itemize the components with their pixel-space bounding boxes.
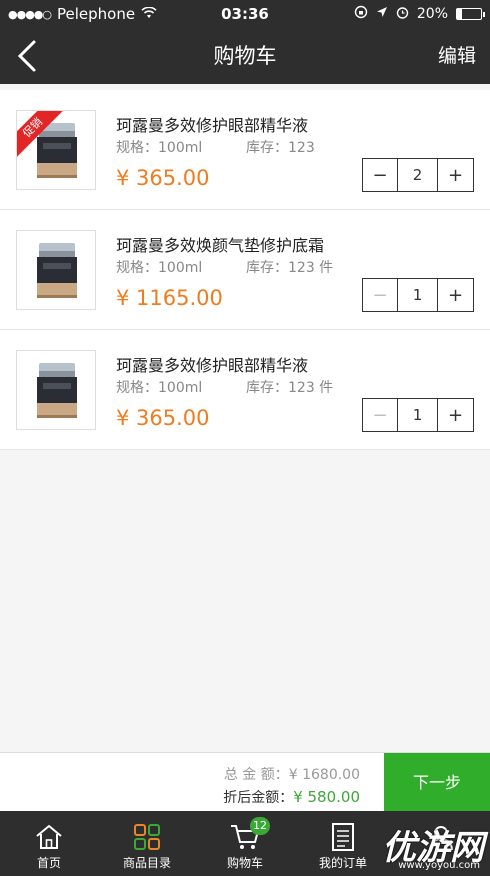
location-icon: [376, 6, 388, 22]
quantity-stepper: − 2 +: [362, 158, 474, 192]
tab-label: 我的订单: [318, 856, 367, 870]
increase-quantity-button[interactable]: +: [438, 159, 473, 191]
status-time: 03:36: [221, 5, 269, 23]
product-jar-image: [37, 363, 77, 418]
grid-icon: [131, 821, 163, 853]
total-label: 总 金 额：: [223, 767, 289, 783]
total-amount: ¥ 1680.00: [288, 767, 360, 783]
product-price: ¥ 365.00: [116, 406, 210, 430]
increase-quantity-button[interactable]: +: [438, 279, 473, 311]
product-price: ¥ 365.00: [116, 166, 210, 190]
decrease-quantity-button[interactable]: −: [363, 399, 398, 431]
checkout-bar: 总 金 额：¥ 1680.00 折后金额：¥ 580.00 下一步: [0, 752, 490, 812]
quantity-value[interactable]: 2: [398, 159, 438, 191]
orders-icon: [327, 821, 359, 853]
discount-label: 折后金额：: [223, 790, 294, 806]
tab-cart[interactable]: 12 购物车: [196, 811, 294, 876]
cart-item[interactable]: 珂露曼多效焕颜气垫修护底霜 规格：100ml 库存：123 件 ¥ 1165.0…: [0, 210, 490, 330]
discount-amount-row: 折后金额：¥ 580.00: [223, 787, 360, 807]
tab-orders[interactable]: 我的订单: [294, 811, 392, 876]
carrier-label: Pelephone: [57, 5, 136, 23]
product-name[interactable]: 珂露曼多效修护眼部精华液: [116, 352, 308, 376]
quantity-value[interactable]: 1: [398, 279, 438, 311]
status-right: 20%: [312, 5, 485, 23]
tab-label: 商品目录: [122, 856, 171, 870]
cart-count-badge: 12: [250, 817, 270, 835]
back-button[interactable]: [10, 38, 44, 74]
cart-list: 促销 珂露曼多效修护眼部精华液 规格：100ml 库存：123 ¥ 365.00…: [0, 90, 490, 450]
product-spec: 规格：100ml: [116, 140, 203, 156]
status-left: ●●●●○ Pelephone: [8, 5, 178, 23]
product-jar-image: [37, 243, 77, 298]
decrease-quantity-button[interactable]: −: [363, 159, 398, 191]
home-icon: [33, 821, 65, 853]
product-stock: 库存：123: [246, 140, 315, 156]
nav-bar: 购物车 编辑: [0, 28, 490, 84]
increase-quantity-button[interactable]: +: [438, 399, 473, 431]
status-bar: ●●●●○ Pelephone 03:36 20%: [0, 0, 490, 28]
product-spec: 规格：100ml: [116, 380, 203, 396]
product-image[interactable]: [16, 230, 96, 310]
edit-button[interactable]: 编辑: [438, 28, 476, 84]
product-price: ¥ 1165.00: [116, 286, 223, 310]
rotation-lock-icon: [354, 5, 368, 23]
tab-label: 购物车: [226, 856, 263, 870]
decrease-quantity-button[interactable]: −: [363, 279, 398, 311]
watermark-url: www.yoyou.com: [398, 860, 480, 871]
next-step-button[interactable]: 下一步: [384, 753, 490, 812]
signal-strength-icon: ●●●●○: [8, 7, 52, 21]
product-image[interactable]: [16, 350, 96, 430]
product-stock: 库存：123 件: [246, 380, 334, 396]
product-stock: 库存：123 件: [246, 260, 334, 276]
product-name[interactable]: 珂露曼多效焕颜气垫修护底霜: [116, 232, 324, 256]
cart-item[interactable]: 促销 珂露曼多效修护眼部精华液 规格：100ml 库存：123 ¥ 365.00…: [0, 90, 490, 210]
product-name[interactable]: 珂露曼多效修护眼部精华液: [116, 112, 308, 136]
battery-level: [457, 9, 462, 19]
quantity-value[interactable]: 1: [398, 399, 438, 431]
quantity-stepper: − 1 +: [362, 278, 474, 312]
quantity-stepper: − 1 +: [362, 398, 474, 432]
product-spec: 规格：100ml: [116, 260, 203, 276]
wifi-icon: [141, 5, 157, 23]
product-image[interactable]: 促销: [16, 110, 96, 190]
discount-amount: ¥ 580.00: [293, 788, 360, 806]
tab-home[interactable]: 首页: [0, 811, 98, 876]
tab-catalog[interactable]: 商品目录: [98, 811, 196, 876]
cart-item[interactable]: 珂露曼多效修护眼部精华液 规格：100ml 库存：123 件 ¥ 365.00 …: [0, 330, 490, 450]
chevron-left-icon: [17, 40, 36, 72]
total-amount-row: 总 金 额：¥ 1680.00: [224, 764, 360, 784]
tab-label: 首页: [36, 856, 61, 870]
battery-icon: [456, 8, 485, 20]
battery-percent: 20%: [416, 6, 448, 22]
page-title: 购物车: [213, 44, 277, 68]
alarm-icon: [396, 6, 409, 23]
